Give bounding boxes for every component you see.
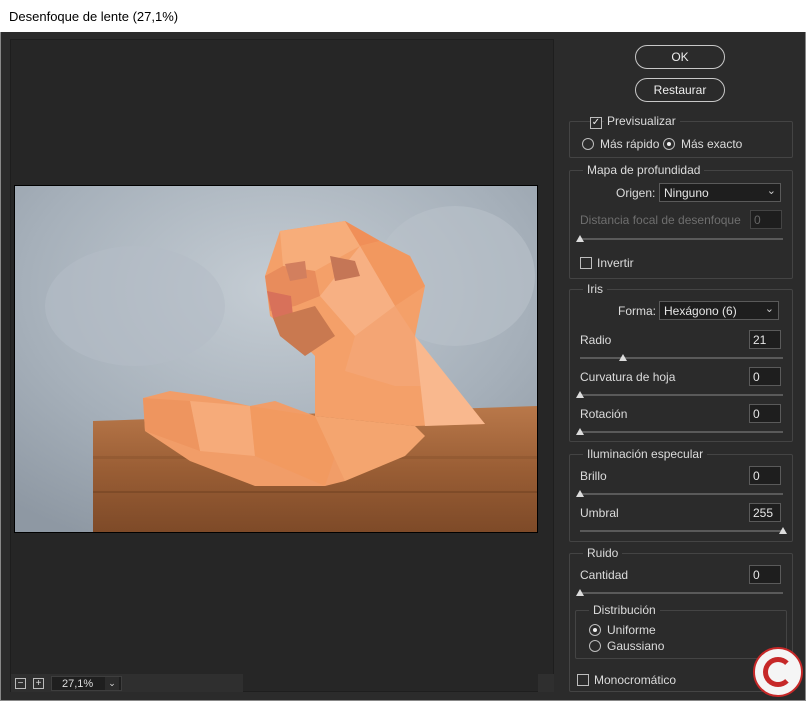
faster-radio-label: Más rápido — [600, 137, 660, 151]
radius-slider-thumb[interactable] — [618, 354, 627, 361]
rotation-slider-thumb[interactable] — [576, 428, 584, 435]
chevron-down-icon: ⌄ — [766, 185, 776, 197]
preview-group: ✓ Previsualizar Más rápido Más exacto — [569, 114, 793, 158]
rotation-slider-track[interactable] — [580, 431, 783, 433]
threshold-label: Umbral — [580, 506, 619, 520]
monochromatic-checkbox[interactable] — [577, 674, 589, 686]
amount-slider-track[interactable] — [580, 592, 783, 594]
threshold-slider-track[interactable] — [580, 530, 783, 532]
lens-blur-dialog: − + 27,1% ⌄ OK Restaurar ✓ Previsualizar… — [0, 32, 806, 701]
invert-label: Invertir — [597, 256, 634, 270]
curvature-slider-thumb[interactable] — [576, 391, 584, 398]
shape-select[interactable]: Hexágono (6) ⌄ — [659, 301, 779, 320]
radius-slider-track[interactable] — [580, 357, 783, 359]
reset-button[interactable]: Restaurar — [635, 78, 725, 102]
rotation-field[interactable]: 0 — [749, 404, 781, 423]
zoom-bar: − + 27,1% ⌄ — [11, 674, 243, 692]
shape-label: Forma: — [618, 304, 657, 318]
preview-image — [14, 185, 538, 533]
brightness-slider-track[interactable] — [580, 493, 783, 495]
preview-pane: − + 27,1% ⌄ — [10, 39, 554, 692]
amount-slider-thumb[interactable] — [576, 589, 584, 596]
source-select-value: Ninguno — [664, 186, 709, 200]
radius-label: Radio — [580, 333, 612, 347]
window-title: Desenfoque de lente (27,1%) — [9, 9, 179, 24]
focal-distance-slider-thumb[interactable] — [576, 235, 584, 242]
invert-checkbox[interactable] — [580, 257, 592, 269]
gaussian-radio[interactable] — [589, 640, 601, 652]
preview-checkbox[interactable]: ✓ — [590, 117, 602, 129]
focal-distance-field[interactable]: 0 — [750, 210, 782, 229]
preview-checkbox-label: Previsualizar — [604, 114, 680, 128]
curvature-field[interactable]: 0 — [749, 367, 781, 386]
chevron-down-icon[interactable]: ⌄ — [105, 677, 119, 690]
focal-distance-label: Distancia focal de desenfoque — [580, 213, 741, 227]
monochromatic-label: Monocromático — [594, 673, 677, 687]
window-title-bar: Desenfoque de lente (27,1%) — [0, 0, 806, 32]
iris-legend: Iris — [583, 282, 607, 296]
more-accurate-radio-label: Más exacto — [681, 137, 743, 151]
focal-distance-slider-track[interactable] — [580, 238, 783, 240]
distribution-legend: Distribución — [589, 603, 660, 617]
faster-radio[interactable] — [582, 138, 594, 150]
more-accurate-radio[interactable] — [663, 138, 675, 150]
depth-map-legend: Mapa de profundidad — [583, 163, 705, 177]
iris-group: Iris Forma: Hexágono (6) ⌄ Radio 21 Curv… — [569, 282, 793, 442]
curvature-label: Curvatura de hoja — [580, 370, 676, 384]
distribution-group: Distribución Uniforme Gaussiano — [575, 603, 787, 659]
shape-select-value: Hexágono (6) — [664, 304, 737, 318]
source-label: Origen: — [616, 186, 656, 200]
brightness-slider-thumb[interactable] — [576, 490, 584, 497]
rotation-label: Rotación — [580, 407, 628, 421]
radius-field[interactable]: 21 — [749, 330, 781, 349]
zoom-level-value: 27,1% — [62, 678, 94, 690]
brightness-label: Brillo — [580, 469, 607, 483]
specular-legend: Iluminación especular — [583, 447, 708, 461]
amount-field[interactable]: 0 — [749, 565, 781, 584]
specular-highlights-group: Iluminación especular Brillo 0 Umbral 25… — [569, 447, 793, 542]
zoom-level-field[interactable]: 27,1% ⌄ — [51, 676, 122, 691]
gaussian-radio-label: Gaussiano — [607, 639, 665, 653]
threshold-field[interactable]: 255 — [749, 503, 781, 522]
chevron-down-icon: ⌄ — [764, 303, 774, 315]
watermark-logo — [753, 647, 803, 697]
zoom-in-button[interactable]: + — [33, 678, 44, 689]
noise-legend: Ruido — [583, 546, 623, 560]
threshold-slider-thumb[interactable] — [779, 527, 787, 534]
depth-map-group: Mapa de profundidad Origen: Ninguno ⌄ Di… — [569, 163, 793, 279]
uniform-radio[interactable] — [589, 624, 601, 636]
curvature-slider-track[interactable] — [580, 394, 783, 396]
ok-button[interactable]: OK — [635, 45, 725, 69]
resize-corner — [538, 674, 554, 692]
uniform-radio-label: Uniforme — [607, 623, 656, 637]
source-select[interactable]: Ninguno ⌄ — [659, 183, 781, 202]
amount-label: Cantidad — [580, 568, 629, 582]
brightness-field[interactable]: 0 — [749, 466, 781, 485]
zoom-out-button[interactable]: − — [15, 678, 26, 689]
